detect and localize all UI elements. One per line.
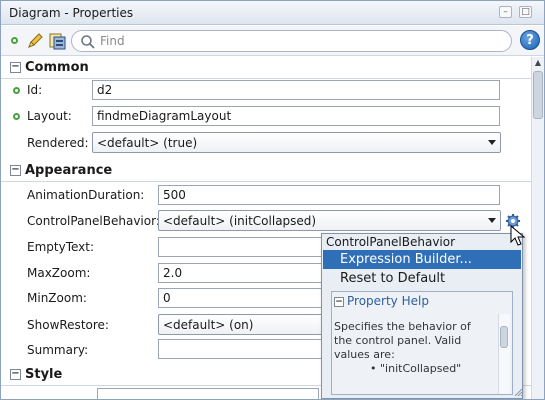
section-divider: [1, 78, 531, 79]
property-context-menu: ControlPanelBehavior Expression Builder.…: [321, 233, 523, 399]
section-style-label: Style: [25, 367, 63, 382]
required-indicator-icon: [13, 113, 20, 120]
id-label: Id:: [27, 83, 43, 97]
property-help-header[interactable]: − Property Help: [334, 294, 429, 310]
max-zoom-label: MaxZoom:: [27, 266, 91, 280]
property-help-bullet-text: "initCollapsed": [380, 362, 462, 375]
popup-title: ControlPanelBehavior: [326, 235, 456, 249]
property-help-bullet: • "initCollapsed": [370, 362, 462, 375]
section-common-label: Common: [25, 60, 89, 75]
empty-text-label: EmptyText:: [27, 240, 95, 254]
toolbar: ?: [1, 26, 544, 56]
show-restore-label: ShowRestore:: [27, 318, 109, 332]
style-field[interactable]: [97, 388, 319, 399]
required-indicator-icon: [11, 37, 18, 44]
summary-label: Summary:: [27, 343, 89, 357]
search-box[interactable]: [71, 30, 512, 52]
scrollbar-thumb[interactable]: [533, 71, 543, 119]
property-help-text: Specifies the behavior of the control pa…: [334, 320, 492, 394]
maximize-button[interactable]: □: [519, 6, 532, 18]
show-restore-value: <default> (on): [163, 318, 254, 332]
min-zoom-label: MinZoom:: [27, 291, 87, 305]
menu-item-expression-builder[interactable]: Expression Builder...: [323, 250, 521, 269]
max-zoom-field[interactable]: 2.0: [158, 263, 328, 283]
control-panel-behavior-value: <default> (initCollapsed): [163, 214, 317, 228]
help-button[interactable]: ?: [520, 30, 540, 50]
rendered-label: Rendered:: [27, 136, 89, 150]
collapse-icon[interactable]: −: [10, 369, 21, 380]
animation-duration-field[interactable]: 500: [158, 185, 500, 205]
help-scrollbar-thumb[interactable]: [500, 326, 508, 348]
property-help-panel: − Property Help Specifies the behavior of…: [331, 291, 513, 395]
edit-pencil-icon[interactable]: [25, 31, 45, 51]
layout-field[interactable]: findmeDiagramLayout: [92, 106, 500, 126]
rendered-value: <default> (true): [97, 136, 198, 150]
mouse-cursor-icon: [510, 225, 526, 246]
resize-grip-icon[interactable]: [513, 387, 523, 397]
summary-field[interactable]: [158, 339, 328, 359]
window-title: Diagram - Properties: [9, 6, 134, 20]
search-icon: [81, 35, 95, 49]
control-panel-behavior-label: ControlPanelBehavior:: [27, 214, 160, 228]
menu-item-reset-to-default[interactable]: Reset to Default: [323, 269, 521, 288]
property-help-label: Property Help: [347, 294, 429, 308]
chevron-down-icon: [488, 140, 496, 145]
control-panel-behavior-select[interactable]: <default> (initCollapsed): [158, 210, 501, 231]
properties-window: Diagram - Properties – □ ? − Common: [0, 0, 545, 400]
rendered-select[interactable]: <default> (true): [92, 132, 501, 153]
title-bar: Diagram - Properties – □: [1, 1, 544, 25]
scroll-up-arrow-icon[interactable]: ▲: [533, 58, 543, 68]
min-zoom-field[interactable]: 0: [158, 288, 328, 308]
vertical-scrollbar[interactable]: ▲: [531, 57, 544, 399]
id-field[interactable]: d2: [92, 80, 500, 100]
section-common[interactable]: − Common: [1, 58, 531, 78]
collapse-icon[interactable]: −: [10, 62, 21, 73]
minimize-button[interactable]: –: [499, 6, 512, 18]
animation-duration-label: AnimationDuration:: [27, 188, 145, 202]
collapse-icon[interactable]: −: [334, 296, 344, 307]
empty-text-field[interactable]: [158, 237, 328, 257]
collapse-icon[interactable]: −: [10, 165, 21, 176]
help-scrollbar[interactable]: [498, 314, 510, 394]
layout-label: Layout:: [27, 109, 72, 123]
property-help-description: Specifies the behavior of the control pa…: [334, 320, 471, 361]
search-input[interactable]: [100, 33, 500, 49]
required-indicator-icon: [13, 87, 20, 94]
bind-data-icon[interactable]: [47, 31, 67, 51]
chevron-down-icon: [488, 218, 496, 223]
show-restore-select[interactable]: <default> (on): [158, 314, 328, 335]
section-divider: [1, 181, 531, 182]
section-appearance-label: Appearance: [25, 163, 113, 178]
section-appearance[interactable]: − Appearance: [1, 161, 531, 181]
